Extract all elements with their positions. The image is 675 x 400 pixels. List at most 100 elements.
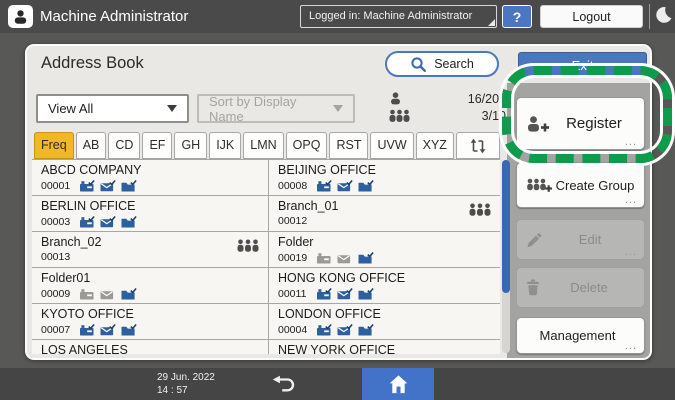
exit-button[interactable]: Exit bbox=[518, 52, 647, 78]
email-icon bbox=[337, 179, 353, 192]
delete-label: Delete bbox=[540, 280, 638, 295]
address-list: ABCD COMPANY 00001 BEIJING OFFICE00008 BE… bbox=[32, 159, 500, 354]
search-button[interactable]: Search bbox=[385, 51, 499, 77]
tab-opq[interactable]: OPQ bbox=[286, 132, 328, 159]
fax-icon bbox=[79, 287, 95, 300]
capacity-counts: 16/200 3/10 bbox=[389, 91, 506, 125]
energy-saver-button[interactable] bbox=[652, 5, 675, 28]
delete-icon bbox=[526, 279, 540, 296]
group-entry-icon bbox=[469, 203, 491, 216]
datetime: 29 Jun. 2022 14 : 57 bbox=[157, 371, 215, 397]
entry-id: 00011 bbox=[278, 288, 311, 300]
address-entry[interactable]: LOS ANGELES bbox=[32, 340, 268, 354]
more-indicator: ... bbox=[625, 248, 637, 257]
address-entry[interactable]: Folder00019 bbox=[268, 232, 500, 268]
home-button[interactable] bbox=[362, 368, 434, 400]
tab-uvw[interactable]: UVW bbox=[370, 132, 413, 159]
register-person-icon bbox=[526, 115, 550, 132]
address-entry[interactable]: Branch_0100012 bbox=[268, 196, 500, 232]
search-icon bbox=[410, 56, 427, 73]
edit-icon bbox=[526, 232, 542, 248]
view-filter-value: View All bbox=[48, 101, 93, 116]
entry-name: LOS ANGELES bbox=[41, 343, 262, 354]
switch-tabs-button[interactable] bbox=[456, 132, 500, 159]
management-button[interactable]: Management ... bbox=[516, 317, 645, 354]
tab-cd[interactable]: CD bbox=[108, 132, 140, 159]
date-label: 29 Jun. 2022 bbox=[157, 371, 215, 384]
machine-touchscreen: Machine Administrator Logged in: Machine… bbox=[0, 0, 675, 400]
energy-saver-icon bbox=[653, 5, 674, 26]
register-button[interactable]: Register ... bbox=[516, 97, 645, 150]
more-indicator: ... bbox=[625, 138, 637, 147]
back-icon bbox=[270, 375, 298, 393]
topbar: Machine Administrator Logged in: Machine… bbox=[0, 0, 675, 33]
login-status-dropdown[interactable]: Logged in: Machine Administrator bbox=[300, 5, 497, 28]
delete-button: Delete bbox=[516, 267, 645, 308]
dropdown-icon bbox=[333, 105, 343, 112]
folder-icon bbox=[358, 251, 374, 264]
address-entry[interactable]: NEW YORK OFFICE bbox=[268, 340, 500, 354]
address-entry[interactable]: Folder01 00009 bbox=[32, 268, 268, 304]
tab-lmn[interactable]: LMN bbox=[243, 132, 283, 159]
topbar-user-title: Machine Administrator bbox=[40, 0, 188, 33]
entry-id: 00001 bbox=[41, 180, 74, 192]
create-group-icon bbox=[526, 178, 552, 193]
address-entry[interactable]: ABCD COMPANY 00001 bbox=[32, 160, 268, 196]
create-group-button[interactable]: Create Group ... bbox=[516, 162, 645, 208]
help-button[interactable]: ? bbox=[502, 5, 532, 28]
tab-ef[interactable]: EF bbox=[142, 132, 172, 159]
view-filter-select[interactable]: View All bbox=[36, 94, 189, 123]
entry-name: LONDON OFFICE bbox=[278, 307, 494, 322]
time-label: 14 : 57 bbox=[157, 384, 215, 397]
email-icon bbox=[100, 323, 116, 336]
entry-name: NEW YORK OFFICE bbox=[278, 343, 494, 354]
address-book-panel: Address Book Search Exit View All Sort b… bbox=[25, 44, 652, 360]
register-label: Register bbox=[550, 115, 638, 132]
back-button[interactable] bbox=[266, 371, 302, 397]
scrollbar-thumb[interactable] bbox=[502, 160, 510, 293]
fax-icon bbox=[316, 251, 332, 264]
address-entry[interactable]: KYOTO OFFICE00007 bbox=[32, 304, 268, 340]
more-indicator: ... bbox=[625, 342, 637, 351]
folder-icon bbox=[358, 179, 374, 192]
fax-icon bbox=[79, 323, 95, 336]
entry-id: 00008 bbox=[278, 180, 311, 192]
tab-freq[interactable]: Freq bbox=[34, 132, 74, 159]
entry-name: HONG KONG OFFICE bbox=[278, 271, 494, 286]
entry-name: Branch_01 bbox=[278, 199, 494, 214]
tab-xyz[interactable]: XYZ bbox=[416, 132, 454, 159]
email-icon bbox=[337, 323, 353, 336]
group-count: 3/10 bbox=[410, 109, 506, 123]
tab-ijk[interactable]: IJK bbox=[209, 132, 241, 159]
tab-gh[interactable]: GH bbox=[174, 132, 207, 159]
logout-button[interactable]: Logout bbox=[540, 5, 643, 28]
tab-rst[interactable]: RST bbox=[329, 132, 368, 159]
operator-icon bbox=[8, 5, 33, 28]
entry-name: Folder01 bbox=[41, 271, 262, 286]
dropdown-icon bbox=[167, 105, 177, 112]
search-label: Search bbox=[434, 57, 474, 71]
fax-icon bbox=[316, 323, 332, 336]
tab-ab[interactable]: AB bbox=[76, 132, 107, 159]
switch-tabs-icon bbox=[468, 138, 488, 154]
address-entry[interactable]: BEIJING OFFICE00008 bbox=[268, 160, 500, 196]
index-tabs: FreqABCDEFGHIJKLMNOPQRSTUVWXYZ bbox=[34, 131, 512, 159]
entry-id: 00004 bbox=[278, 324, 311, 336]
entry-name: ABCD COMPANY bbox=[41, 163, 262, 178]
scrollbar-track[interactable] bbox=[502, 160, 510, 353]
address-entry[interactable]: HONG KONG OFFICE 00011 bbox=[268, 268, 500, 304]
entry-id: 00012 bbox=[278, 215, 311, 227]
folder-icon bbox=[121, 287, 137, 300]
user-count-icon bbox=[389, 92, 402, 105]
more-indicator: ... bbox=[625, 196, 637, 205]
address-entry[interactable]: Branch_0200013 bbox=[32, 232, 268, 268]
entry-id: 00009 bbox=[41, 288, 74, 300]
folder-icon bbox=[121, 179, 137, 192]
sort-select: Sort by Display Name bbox=[197, 94, 355, 123]
bottombar: 29 Jun. 2022 14 : 57 bbox=[0, 368, 675, 400]
management-label: Management bbox=[517, 328, 638, 343]
divider bbox=[649, 4, 650, 29]
address-entry[interactable]: BERLIN OFFICE00003 bbox=[32, 196, 268, 232]
email-icon bbox=[100, 179, 116, 192]
address-entry[interactable]: LONDON OFFICE 00004 bbox=[268, 304, 500, 340]
